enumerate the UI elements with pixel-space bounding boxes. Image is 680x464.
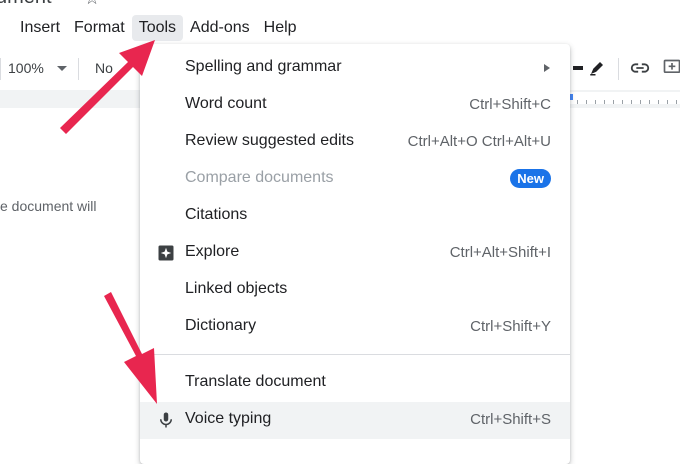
menu-item-label: Voice typing (185, 410, 272, 427)
tools-menu-dropdown: Spelling and grammar Word count Ctrl+Shi… (140, 44, 570, 464)
menu-item-shortcut: Ctrl+Shift+S (470, 411, 551, 428)
highlight-pen-icon[interactable] (585, 56, 609, 80)
toolbar-divider (618, 58, 619, 80)
horizontal-ruler[interactable] (568, 92, 680, 104)
menu-item-translate-document[interactable]: Translate document (140, 365, 570, 402)
chevron-down-icon[interactable] (57, 66, 67, 71)
toolbar-divider (78, 58, 79, 80)
paragraph-style-select[interactable]: No (95, 60, 113, 76)
microphone-icon (156, 410, 176, 430)
menu-separator (140, 354, 570, 355)
menu-item-label: Compare documents (185, 169, 334, 186)
menu-item-label: Translate document (185, 373, 326, 390)
document-body-text: e document will (0, 198, 97, 214)
menu-item-linked-objects[interactable]: Linked objects (140, 272, 570, 309)
zoom-select[interactable]: 100% (8, 60, 44, 76)
menu-item-label: Citations (185, 206, 248, 223)
menu-item-shortcut: Ctrl+Alt+O Ctrl+Alt+U (407, 133, 551, 150)
new-badge: New (510, 169, 551, 188)
menu-item-compare-documents: Compare documents New (140, 161, 570, 198)
star-icon[interactable]: ☆ (84, 0, 100, 9)
link-icon[interactable] (628, 56, 652, 80)
menu-item-label: Linked objects (185, 280, 288, 297)
menu-item-shortcut: Ctrl+Alt+Shift+I (449, 244, 551, 261)
submenu-arrow-icon (544, 64, 550, 72)
menu-item-label: Explore (185, 243, 240, 260)
menu-item-label: Spelling and grammar (185, 58, 342, 75)
menu-item-word-count[interactable]: Word count Ctrl+Shift+C (140, 87, 570, 124)
menu-item-label: Word count (185, 95, 267, 112)
menu-item-shortcut: Ctrl+Shift+Y (470, 318, 551, 335)
menu-item-spelling-and-grammar[interactable]: Spelling and grammar (140, 50, 570, 87)
menubar: Insert Format Tools Add-ons Help (0, 12, 304, 44)
menu-item-label: Dictionary (185, 317, 257, 334)
ruler-indent-marker[interactable] (570, 94, 573, 100)
menu-item-dictionary[interactable]: Dictionary Ctrl+Shift+Y (140, 309, 570, 346)
explore-icon (156, 243, 176, 263)
menu-item-voice-typing[interactable]: Voice typing Ctrl+Shift+S (140, 402, 570, 439)
menu-item-explore[interactable]: Explore Ctrl+Alt+Shift+I (140, 235, 570, 272)
menu-insert[interactable]: Insert (20, 15, 67, 41)
menu-item-shortcut: Ctrl+Shift+C (469, 96, 551, 113)
menu-item-label: Review suggested edits (185, 132, 354, 149)
menu-item-review-suggested-edits[interactable]: Review suggested edits Ctrl+Alt+O Ctrl+A… (140, 124, 570, 161)
document-title[interactable]: ument (0, 0, 52, 9)
menu-addons[interactable]: Add-ons (183, 15, 257, 41)
menu-tools[interactable]: Tools (131, 15, 184, 41)
menu-format[interactable]: Format (67, 15, 132, 41)
menu-help[interactable]: Help (257, 15, 304, 41)
add-comment-icon[interactable] (660, 56, 680, 80)
menu-item-citations[interactable]: Citations (140, 198, 570, 235)
toolbar-divider (0, 58, 1, 80)
